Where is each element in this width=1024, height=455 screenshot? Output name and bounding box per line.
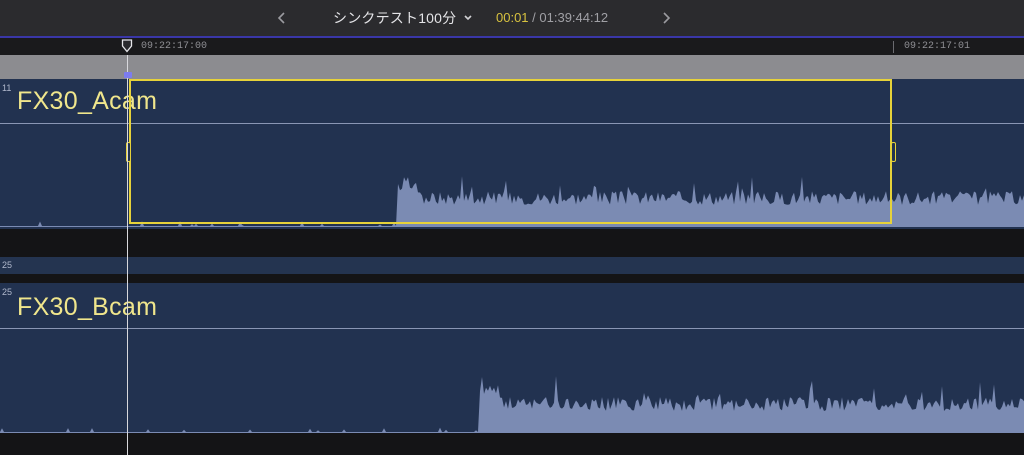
waveform-path xyxy=(0,376,1024,433)
ruler-label-left: 09:22:17:00 xyxy=(141,41,208,52)
chevron-down-icon xyxy=(462,12,474,24)
timecode-separator: / xyxy=(528,10,540,25)
previous-button[interactable] xyxy=(268,0,296,36)
timecode-current: 00:01 xyxy=(496,10,529,25)
track-gap xyxy=(0,229,1024,257)
chevron-right-icon xyxy=(663,12,671,24)
range-selection[interactable] xyxy=(129,79,892,224)
timecode-total: 01:39:44:12 xyxy=(539,10,609,25)
project-title-menu[interactable]: シンクテスト100分 xyxy=(333,8,474,28)
track-gap-2 xyxy=(0,274,1024,283)
clip-a-number: 11 xyxy=(2,83,12,93)
range-handle-right[interactable] xyxy=(891,142,896,162)
clip-b-waveform xyxy=(0,376,1024,433)
playhead-marker-icon[interactable] xyxy=(121,39,133,53)
timecode-display: 00:01 / 01:39:44:12 xyxy=(496,10,608,25)
clip-b-volume-line[interactable] xyxy=(0,328,1024,329)
playhead-marker-dot xyxy=(124,72,132,78)
ruler-tick xyxy=(893,41,894,53)
collapsed-clip-number: 25 xyxy=(2,260,13,270)
timeline-bottom xyxy=(0,433,1024,455)
clip-b-number: 25 xyxy=(2,287,13,297)
clip-bcam[interactable]: 25 FX30_Bcam xyxy=(0,283,1024,433)
ruler-label-right: 09:22:17:01 xyxy=(904,41,971,52)
playhead-line[interactable] xyxy=(127,55,128,455)
chevron-left-icon xyxy=(277,12,285,24)
next-button[interactable] xyxy=(652,0,680,36)
project-title: シンクテスト100分 xyxy=(333,10,457,26)
collapsed-clip[interactable]: 25 xyxy=(0,257,1024,274)
clip-b-title: FX30_Bcam xyxy=(17,293,158,321)
storyline-bar[interactable] xyxy=(0,55,1024,79)
